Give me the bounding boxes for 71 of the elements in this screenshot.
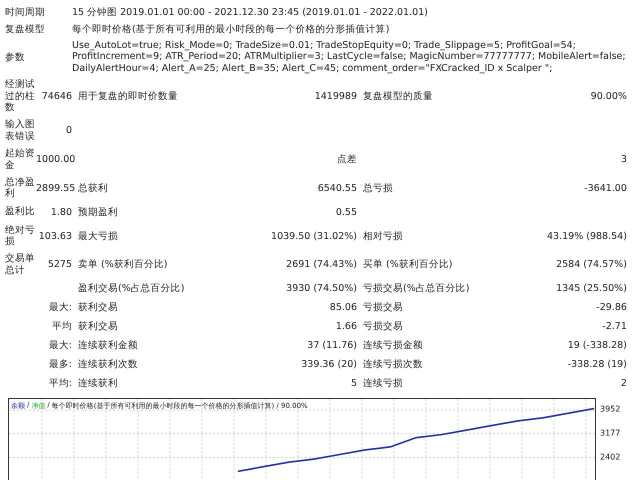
stat-label: 连续获利 bbox=[77, 377, 119, 390]
stat-value: 2691 (74.43%) bbox=[285, 259, 357, 270]
stat-label: 获利交易 bbox=[77, 301, 119, 314]
axis-label: 3952 bbox=[600, 404, 620, 414]
stat-label: 交易单总计 bbox=[4, 253, 36, 276]
stat-label: 连续亏损次数 bbox=[362, 358, 424, 372]
stat-label: 卖单 (%获利百分比) bbox=[77, 258, 168, 272]
stat-label: 预期盈利 bbox=[77, 206, 119, 219]
stat-value: 0 bbox=[64, 125, 72, 136]
stat-label: 连续亏损 bbox=[362, 377, 404, 390]
stat-label: 亏损交易(%占总百分比) bbox=[362, 282, 470, 296]
stat-label: 连续亏损金额 bbox=[362, 339, 424, 352]
stat-label: 用于复盘的即时价数量 bbox=[77, 90, 179, 103]
stat-value: -2.71 bbox=[601, 321, 627, 332]
stat-value: 2899.55 bbox=[36, 182, 72, 194]
stat-value: 74646 bbox=[40, 90, 72, 102]
stat-value: 1039.50 (31.02%) bbox=[270, 230, 357, 242]
stat-value: 1.80 bbox=[50, 206, 72, 218]
stat-label: 绝对亏损 bbox=[4, 224, 36, 248]
stat-label: 总亏损 bbox=[362, 182, 394, 195]
stat-prefix: 最大: bbox=[48, 339, 72, 352]
stat-value: 85.06 bbox=[328, 302, 357, 314]
stat-value: 5 bbox=[350, 378, 357, 390]
field-label: 参数 bbox=[4, 50, 26, 64]
axis-label: 2402 bbox=[600, 452, 620, 462]
stat-label: 输入图表错误 bbox=[4, 119, 36, 142]
stat-value: 2584 (74.57%) bbox=[555, 259, 627, 270]
stat-label: 连续获利金额 bbox=[77, 339, 139, 352]
stat-value: 1419989 bbox=[314, 90, 357, 102]
stat-label: 复盘模型的质量 bbox=[362, 90, 434, 103]
stat-value: 6540.55 bbox=[316, 182, 357, 194]
stat-value: 3 bbox=[620, 154, 627, 166]
field-label: 时间周期 bbox=[4, 6, 46, 19]
stat-value: 19 (-338.28) bbox=[566, 340, 627, 352]
stat-prefix: 最多: bbox=[48, 358, 72, 372]
stat-label: 总获利 bbox=[77, 182, 109, 195]
field-value: Use_AutoLot=true; Risk_Mode=0; TradeSize=0.01; TradeStopEquity=0; Trade_Slippage=5; ProfitGoal=54; ProfitIncrement=9; ATR_Period=20; ATRMultiplier=3; LastCycle=false; MagicNumber=77777777; MobileAlert=false; DailyAlertHour=4; Alert_A=25; Alert_B=35; Alert_C=45; comment_order="FXCracked_ID x Scalper "; bbox=[72, 40, 627, 74]
stat-label: 起始资金 bbox=[4, 148, 36, 171]
stat-label: 连续获利次数 bbox=[77, 358, 139, 372]
stat-label: 亏损交易 bbox=[362, 301, 404, 314]
stat-label: 总净盈利 bbox=[4, 176, 36, 200]
stat-value: 339.36 (20) bbox=[300, 359, 357, 370]
stat-value: 43.19% (988.54) bbox=[547, 230, 627, 242]
stat-prefix: 最大: bbox=[48, 301, 72, 314]
stat-prefix: 平均 bbox=[51, 320, 72, 334]
stat-label: 盈利比 bbox=[4, 206, 36, 218]
stat-label: 最大亏损 bbox=[77, 230, 119, 243]
stat-value: -338.28 (19) bbox=[566, 359, 627, 370]
stat-value: 1.66 bbox=[334, 321, 357, 332]
stat-value: 点差 bbox=[336, 153, 357, 166]
stat-value: -29.86 bbox=[595, 302, 627, 314]
stat-prefix: 平均: bbox=[48, 377, 72, 390]
stat-value: -3641.00 bbox=[583, 182, 627, 194]
stat-value: 90.00% bbox=[590, 90, 627, 102]
stat-label: 买单 (%获利百分比) bbox=[362, 258, 454, 272]
stat-label: 盈利交易(%占总百分比) bbox=[77, 282, 186, 296]
stat-label: 亏损交易 bbox=[362, 320, 404, 334]
stat-value: 1345 (25.50%) bbox=[555, 283, 627, 294]
stat-value: 2 bbox=[620, 378, 627, 390]
field-label: 复盘模型 bbox=[4, 23, 46, 36]
stat-label: 获利交易 bbox=[77, 320, 119, 334]
stat-value: 103.63 bbox=[38, 230, 72, 242]
stat-value: 3930 (74.50%) bbox=[285, 283, 357, 294]
stat-label: 经测试过的柱数 bbox=[4, 79, 36, 114]
field-value: 每个即时价格(基于所有可利用的最小时段的每一个价格的分形插值计算) bbox=[72, 24, 390, 36]
stat-value: 37 (11.76) bbox=[306, 340, 357, 352]
stat-value: 5275 bbox=[46, 259, 72, 270]
stat-value: 0.55 bbox=[334, 206, 357, 218]
stat-label: 相对亏损 bbox=[362, 230, 404, 243]
field-value: 15 分钟图 2019.01.01 00:00 - 2021.12.30 23:45 (2019.01.01 - 2022.01.01) bbox=[72, 6, 429, 18]
axis-label: 3177 bbox=[600, 428, 620, 438]
